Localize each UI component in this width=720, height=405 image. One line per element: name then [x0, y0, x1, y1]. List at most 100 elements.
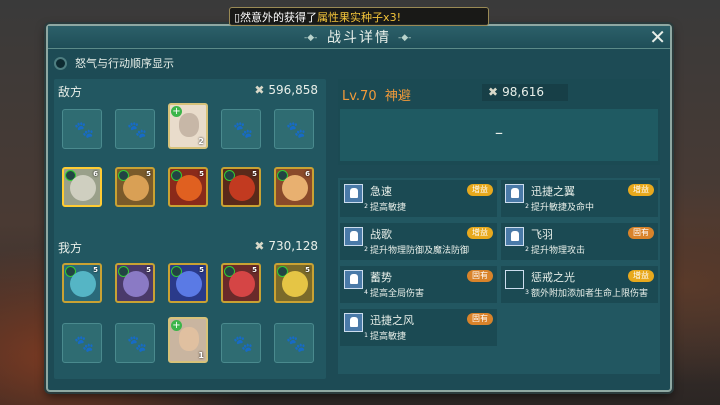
- ally-back-slot-1[interactable]: 🐾: [62, 323, 102, 363]
- hero-face: [229, 271, 255, 297]
- enemy-hero-4[interactable]: 5: [221, 167, 261, 207]
- buff-desc: 提高敏捷: [370, 203, 407, 213]
- hero-face: [176, 271, 202, 297]
- paw-icon: 🐾: [233, 334, 253, 353]
- hero-level: 5: [93, 266, 98, 274]
- ally-power: ✖ 730,128: [254, 239, 318, 253]
- buff-item[interactable]: 4 蓄势 提高全局伤害 固有: [340, 266, 497, 303]
- unit-value: –: [495, 123, 503, 142]
- portrait-count: 2: [198, 137, 204, 146]
- enemy-hero-5[interactable]: 6: [274, 167, 314, 207]
- paw-icon: 🐾: [74, 334, 94, 353]
- enemy-hero-1[interactable]: 6: [62, 167, 102, 207]
- buff-item[interactable]: 2 急速 提高敏捷 增益: [340, 180, 497, 217]
- ally-hero-4[interactable]: 5: [221, 263, 261, 303]
- swords-icon: ✖: [254, 83, 265, 97]
- ally-hero-3[interactable]: 5: [168, 263, 208, 303]
- hero-level: 5: [146, 266, 151, 274]
- hero-face: [282, 271, 308, 297]
- hero-face: [176, 175, 202, 201]
- title-bar: -◆- 战斗详情 -◆- ✕: [48, 25, 670, 49]
- buff-icon: 2: [344, 227, 368, 253]
- buff-icon: 3: [505, 270, 529, 296]
- hero-level: 5: [199, 170, 204, 178]
- ally-back-slot-2[interactable]: 🐾: [115, 323, 155, 363]
- enemy-hero-3[interactable]: 5: [168, 167, 208, 207]
- buff-item[interactable]: 2 飞羽 提升物理攻击 固有: [501, 223, 658, 260]
- notice-text: ▯然意外的获得了: [234, 11, 318, 24]
- rage-order-toggle[interactable]: 怒气与行动顺序显示: [54, 54, 174, 72]
- hero-level: 6: [93, 170, 98, 178]
- hero-face: [229, 175, 255, 201]
- buff-tag: 增益: [467, 227, 493, 239]
- hero-level: 5: [146, 170, 151, 178]
- buff-desc: 提高全局伤害: [370, 289, 425, 299]
- paw-icon: 🐾: [233, 120, 253, 139]
- paw-icon: 🐾: [286, 334, 306, 353]
- buff-item[interactable]: 3 惩戒之光额外附加添加者生命上限伤害 增益: [501, 266, 658, 303]
- enemy-back-slot-2[interactable]: 🐾: [115, 109, 155, 149]
- ally-portrait[interactable]: + 1: [168, 317, 208, 363]
- buff-tag: 固有: [467, 313, 493, 325]
- enemy-back-slot-5[interactable]: 🐾: [274, 109, 314, 149]
- plus-icon: +: [171, 106, 182, 117]
- buff-count: 3: [525, 289, 529, 296]
- unit-power-value: 98,616: [502, 85, 545, 99]
- paw-icon: 🐾: [127, 120, 147, 139]
- enemy-back-slot-1[interactable]: 🐾: [62, 109, 102, 149]
- buff-tag: 固有: [467, 270, 493, 282]
- ally-hero-2[interactable]: 5: [115, 263, 155, 303]
- buff-count: 2: [525, 246, 529, 253]
- buff-name: 战歌: [370, 228, 392, 241]
- buff-desc: 提高敏捷: [370, 332, 407, 342]
- ally-header: 我方 ✖ 730,128: [58, 239, 322, 255]
- buff-icon: 2: [344, 184, 368, 210]
- paw-icon: 🐾: [74, 120, 94, 139]
- buff-name: 飞羽: [531, 228, 553, 241]
- hero-level: 5: [252, 266, 257, 274]
- hero-face: [70, 271, 96, 297]
- unit-level: Lv.70: [342, 89, 377, 104]
- hero-level: 5: [305, 266, 310, 274]
- ally-hero-5[interactable]: 5: [274, 263, 314, 303]
- hero-face: [282, 175, 308, 201]
- buff-item[interactable]: 2 战歌 提升物理防御及魔法防御 增益: [340, 223, 497, 260]
- ally-hero-1[interactable]: 5: [62, 263, 102, 303]
- panel-title: 战斗详情: [327, 30, 391, 46]
- notice-highlight: 属性果实种子x3!: [317, 11, 401, 24]
- buff-desc: 额外附加添加者生命上限伤害: [531, 289, 649, 299]
- unit-name: 神避: [384, 89, 411, 104]
- hero-face: [70, 175, 96, 201]
- ally-power-value: 730,128: [268, 239, 318, 253]
- unit-detail: Lv.70 神避 ✖ 98,616 –: [338, 79, 660, 165]
- buff-list[interactable]: 2 急速 提高敏捷 增益 2 迅捷之翼 提升敏捷及命中 增益 2 战歌 提升物理防御及魔法防御 增益 2…: [338, 178, 660, 374]
- enemy-back-slot-4[interactable]: 🐾: [221, 109, 261, 149]
- enemy-portrait[interactable]: + 2: [168, 103, 208, 149]
- loot-notification: ▯然意外的获得了属性果实种子x3!: [229, 7, 489, 26]
- close-button[interactable]: ✕: [649, 25, 666, 49]
- ally-back-slot-4[interactable]: 🐾: [221, 323, 261, 363]
- buff-tag: 增益: [628, 270, 654, 282]
- ally-label: 我方: [58, 241, 83, 255]
- portrait-face: [179, 113, 199, 137]
- toggle-radio-icon[interactable]: [54, 56, 67, 70]
- paw-icon: 🐾: [286, 120, 306, 139]
- buff-item[interactable]: 1 迅捷之风 提高敏捷 固有: [340, 309, 497, 346]
- hero-face: [123, 271, 149, 297]
- buff-tag: 增益: [628, 184, 654, 196]
- buff-item[interactable]: 2 迅捷之翼 提升敏捷及命中 增益: [501, 180, 658, 217]
- enemy-header: 敌方 ✖ 596,858: [58, 83, 322, 99]
- buff-tag: 固有: [628, 227, 654, 239]
- buff-count: 2: [525, 203, 529, 210]
- unit-power: ✖ 98,616: [482, 84, 568, 101]
- hero-level: 6: [305, 170, 310, 178]
- enemy-power: ✖ 596,858: [254, 83, 318, 97]
- ally-back-slot-5[interactable]: 🐾: [274, 323, 314, 363]
- buff-name: 迅捷之翼: [531, 185, 575, 198]
- battle-details-panel: -◆- 战斗详情 -◆- ✕ 怒气与行动顺序显示 敌方 ✖ 596,858 🐾 🐾…: [46, 24, 672, 392]
- buff-name: 惩戒之光: [531, 271, 575, 284]
- plus-icon: +: [171, 320, 182, 331]
- toggle-label: 怒气与行动顺序显示: [75, 57, 174, 70]
- enemy-hero-2[interactable]: 5: [115, 167, 155, 207]
- buff-icon: 1: [344, 313, 368, 339]
